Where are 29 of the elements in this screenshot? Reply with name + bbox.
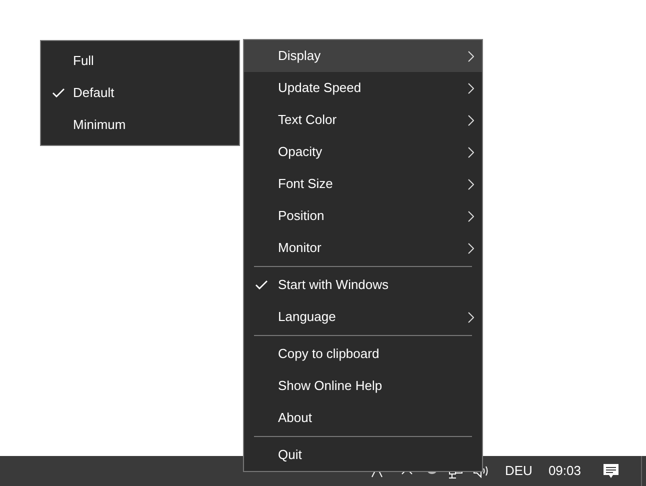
menu-item[interactable]: Language — [244, 301, 482, 333]
checkmark-icon — [52, 88, 64, 98]
menu-item[interactable]: Full — [41, 45, 239, 77]
menu-item[interactable]: Display — [244, 40, 482, 72]
chevron-right-icon — [468, 210, 474, 222]
chevron-right-icon — [468, 178, 474, 190]
chevron-right-icon — [468, 114, 474, 126]
menu-item[interactable]: Opacity — [244, 136, 482, 168]
menu-item[interactable]: Default — [41, 77, 239, 109]
chevron-right-icon — [468, 312, 474, 322]
language-indicator[interactable]: DEU — [505, 461, 532, 481]
menu-item[interactable]: Minimum — [41, 109, 239, 141]
menu-item[interactable]: Position — [244, 200, 482, 232]
menu-item[interactable]: Font Size — [244, 168, 482, 200]
clock[interactable]: 09:03 — [548, 461, 581, 481]
menu-item[interactable]: Text Color — [244, 104, 482, 136]
menu-item[interactable]: Quit — [244, 439, 482, 471]
chevron-right-icon — [468, 82, 474, 94]
menu-item[interactable]: Copy to clipboard — [244, 338, 482, 370]
chevron-right-icon — [468, 50, 474, 62]
menu-item[interactable]: About — [244, 402, 482, 434]
menu-item[interactable]: Start with Windows — [244, 269, 482, 301]
menu-item[interactable]: Show Online Help — [244, 370, 482, 402]
chevron-right-icon — [468, 146, 474, 158]
menu-item[interactable]: Monitor — [244, 232, 482, 264]
notification-icon[interactable] — [603, 463, 619, 479]
checkmark-icon — [254, 280, 268, 290]
chevron-right-icon — [468, 242, 474, 254]
menu-item[interactable]: Update Speed — [244, 72, 482, 104]
